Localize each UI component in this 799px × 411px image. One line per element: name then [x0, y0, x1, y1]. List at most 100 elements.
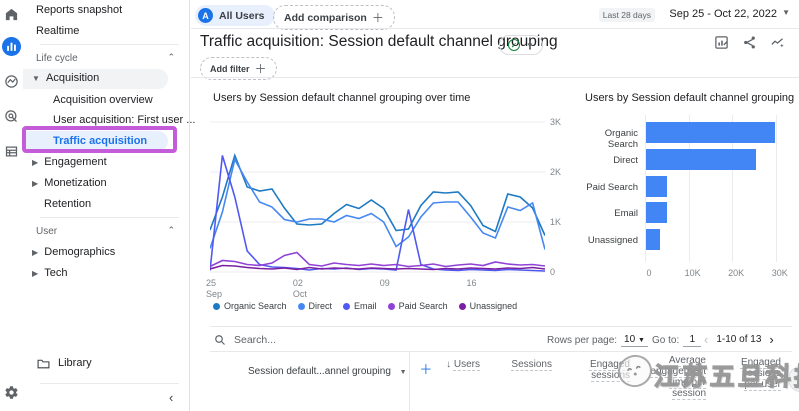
bar-category-label: Email [578, 208, 638, 219]
x-tick-label: 10K [681, 268, 705, 278]
go-to-input[interactable]: 1 [683, 334, 701, 347]
sidebar-section-user: User [36, 226, 57, 237]
expanded-caret-icon: ▼ [32, 74, 40, 83]
legend-item: Organic Search [213, 301, 287, 311]
table-search[interactable]: Search... [214, 334, 276, 346]
column-header-dimension[interactable]: Session default...annel grouping ▼ ＋ [248, 359, 432, 378]
sidebar-item-engagement[interactable]: ▶ Engagement [32, 156, 107, 168]
x-tick-label: 30K [768, 268, 792, 278]
sidebar-item-realtime[interactable]: Realtime [36, 25, 79, 37]
reports-icon[interactable] [2, 37, 21, 56]
home-icon[interactable] [3, 6, 20, 23]
collapse-section-icon[interactable]: ⌃ [167, 52, 175, 63]
chevron-down-icon[interactable]: ▼ [782, 8, 790, 17]
sidebar-item-retention[interactable]: Retention [44, 198, 91, 210]
divider [191, 28, 799, 29]
customize-report-icon[interactable] [714, 35, 729, 55]
explore-icon[interactable] [3, 73, 20, 90]
bar-direct [646, 149, 756, 170]
column-header-users[interactable]: ↓ Users [430, 359, 480, 370]
chevron-down-icon: ▼ [638, 337, 645, 344]
date-preset-badge: Last 28 days [599, 8, 655, 22]
plus-icon: ＋ [255, 60, 267, 77]
report-status-pill[interactable]: ✓ ▼ [499, 35, 543, 55]
chevron-down-icon: ▼ [526, 41, 534, 50]
collapsed-caret-icon: ▶ [32, 179, 38, 188]
collapse-section-icon[interactable]: ⌃ [167, 225, 175, 236]
divider [40, 383, 179, 384]
sidebar-nav: Reports snapshot Realtime Life cycle ⌃ ▼… [23, 0, 190, 411]
y-tick-label: 0 [550, 267, 555, 277]
configure-icon[interactable] [3, 143, 20, 160]
line-chart-legend: Organic Search Direct Email Paid Search Unas… [213, 301, 517, 311]
x-tick-label: 20K [724, 268, 748, 278]
collapsed-caret-icon: ▶ [32, 248, 38, 257]
plus-icon: ＋ [372, 9, 384, 26]
go-to-label: Go to: [652, 335, 679, 346]
sort-desc-icon: ↓ [446, 359, 451, 370]
column-header-sessions[interactable]: Sessions [500, 359, 552, 370]
bar-category-label: Direct [578, 155, 638, 166]
segment-chip-label: All Users [219, 10, 265, 22]
y-tick-label: 3K [550, 117, 561, 127]
column-header-avg-engagement-time[interactable]: Average engagement time per session [642, 355, 706, 399]
legend-dot-icon [459, 303, 466, 310]
sidebar-item-tech[interactable]: ▶ Tech [32, 267, 68, 279]
sidebar-item-user-acquisition[interactable]: User acquisition: First user ... [53, 114, 195, 126]
line-series-organic-search [210, 156, 545, 236]
admin-gear-icon[interactable] [3, 384, 20, 401]
column-header-engaged-sessions[interactable]: Engaged sessions [578, 359, 630, 381]
legend-dot-icon [213, 303, 220, 310]
sidebar-item-reports-snapshot[interactable]: Reports snapshot [36, 4, 122, 16]
rows-per-page-select[interactable]: 10 ▼ [621, 334, 648, 347]
left-icon-rail [0, 0, 23, 411]
next-page-icon[interactable]: › [765, 332, 777, 347]
ga4-traffic-acquisition-page: Reports snapshot Realtime Life cycle ⌃ ▼… [0, 0, 799, 411]
add-comparison-button[interactable]: Add comparison＋ [273, 5, 395, 30]
bar-email [646, 202, 667, 223]
divider [40, 217, 179, 218]
share-icon[interactable] [742, 35, 757, 55]
check-circle-icon: ✓ [508, 39, 520, 51]
legend-item: Paid Search [388, 301, 448, 311]
date-range-picker[interactable]: Sep 25 - Oct 22, 2022 [669, 8, 777, 20]
search-icon [214, 334, 226, 346]
bar-category-label: Paid Search [578, 182, 638, 193]
sidebar-item-acquisition[interactable]: ▼ Acquisition [32, 72, 99, 84]
x-tick-label: 0 [637, 268, 661, 278]
y-tick-label: 2K [550, 167, 561, 177]
legend-item: Direct [298, 301, 333, 311]
sidebar-section-life-cycle: Life cycle [36, 53, 78, 64]
collapsed-caret-icon: ▶ [32, 269, 38, 278]
x-tick-label: 02Oct [293, 278, 307, 300]
segment-chip-all-users[interactable]: A All Users [195, 5, 275, 26]
rows-per-page-label: Rows per page: [547, 335, 617, 346]
legend-dot-icon [298, 303, 305, 310]
column-header-engaged-sessions-per-user[interactable]: Engaged sessions per user [726, 357, 781, 390]
segment-avatar: A [198, 8, 213, 23]
folder-icon [37, 358, 50, 369]
chevron-down-icon[interactable]: ▼ [400, 369, 407, 376]
legend-dot-icon [388, 303, 395, 310]
sidebar-item-monetization[interactable]: ▶ Monetization [32, 177, 107, 189]
bar-category-label: Unassigned [578, 235, 638, 246]
advertising-icon[interactable] [3, 108, 20, 125]
insights-icon[interactable] [770, 35, 785, 55]
legend-item: Email [343, 301, 377, 311]
sidebar-item-acquisition-overview[interactable]: Acquisition overview [53, 94, 153, 106]
collapse-sidebar-icon[interactable]: ‹ [169, 390, 173, 405]
divider [210, 326, 792, 327]
legend-item: Unassigned [459, 301, 518, 311]
line-chart-title: Users by Session default channel groupin… [213, 92, 470, 104]
previous-page-icon[interactable]: ‹ [700, 332, 712, 347]
x-tick-label: 09 [380, 278, 390, 289]
go-to-control: Go to: 1 [652, 334, 701, 347]
x-tick-label: 25Sep [206, 278, 222, 300]
gridline [776, 115, 777, 262]
y-tick-label: 1K [550, 217, 561, 227]
x-tick-label: 16 [467, 278, 477, 289]
sidebar-item-library[interactable]: Library [37, 357, 92, 369]
collapsed-caret-icon: ▶ [32, 158, 38, 167]
bar-unassigned [646, 229, 660, 250]
sidebar-item-demographics[interactable]: ▶ Demographics [32, 246, 115, 258]
